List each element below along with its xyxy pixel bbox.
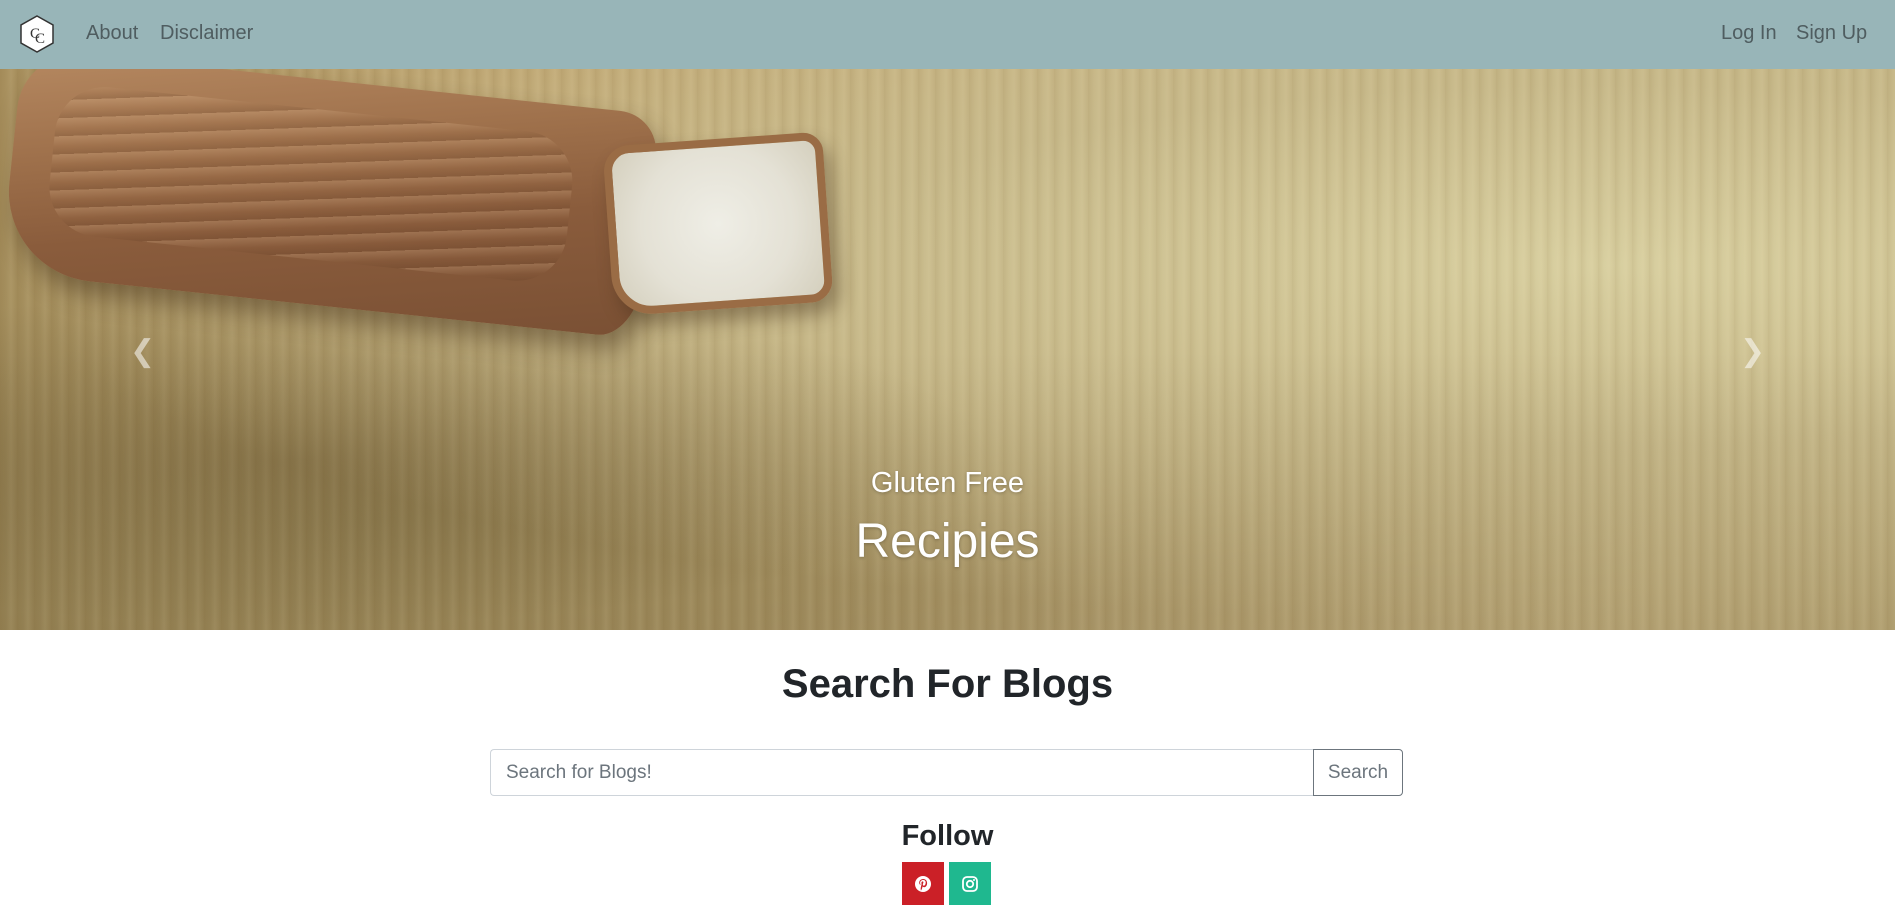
instagram-button[interactable] bbox=[949, 862, 991, 905]
instagram-icon bbox=[961, 875, 979, 893]
navbar: C C About Disclaimer Log In Sign Up bbox=[0, 0, 1895, 69]
pinterest-icon bbox=[914, 875, 932, 893]
svg-text:C: C bbox=[35, 31, 45, 47]
search-form: Search bbox=[490, 749, 1403, 796]
search-heading: Search For Blogs bbox=[781, 662, 1114, 706]
nav-signup-link[interactable]: Sign Up bbox=[1796, 22, 1867, 45]
search-button[interactable]: Search bbox=[1313, 749, 1403, 796]
follow-heading: Follow bbox=[901, 820, 994, 852]
hero-subtitle: Gluten Free bbox=[870, 467, 1025, 499]
cc-hexagon-logo-icon[interactable]: C C bbox=[17, 14, 57, 54]
hero-carousel: ❮ ❯ Gluten Free Recipies bbox=[0, 69, 1895, 630]
search-input[interactable] bbox=[490, 749, 1313, 796]
nav-login-link[interactable]: Log In bbox=[1721, 22, 1777, 45]
nav-about-link[interactable]: About bbox=[86, 22, 138, 45]
chevron-left-icon[interactable]: ❮ bbox=[130, 337, 155, 367]
chevron-right-icon[interactable]: ❯ bbox=[1740, 337, 1765, 367]
nav-disclaimer-link[interactable]: Disclaimer bbox=[160, 22, 253, 45]
pinterest-button[interactable] bbox=[902, 862, 944, 905]
hero-title: Recipies bbox=[855, 515, 1040, 568]
bread-slice-image bbox=[602, 131, 834, 317]
